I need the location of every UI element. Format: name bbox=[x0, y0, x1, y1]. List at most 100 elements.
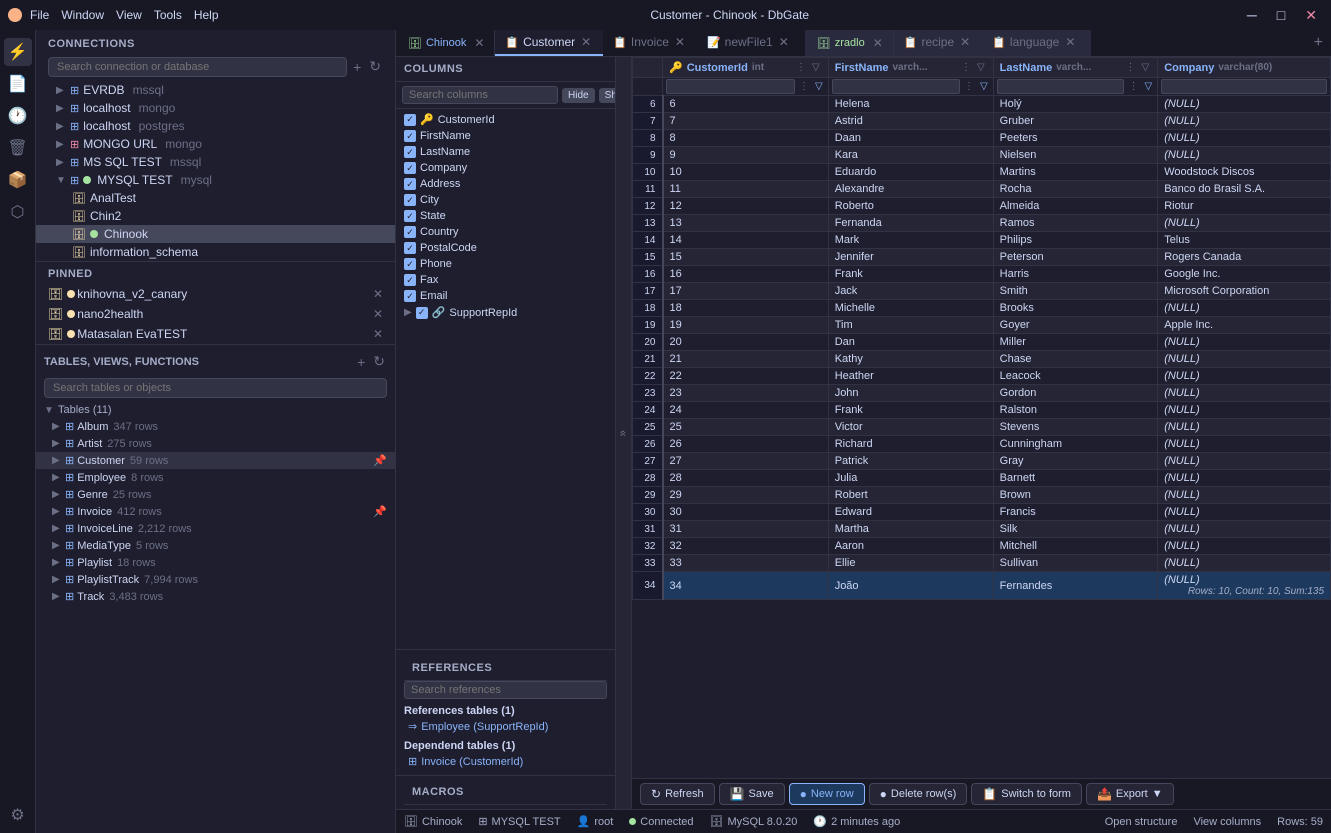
references-search-input[interactable] bbox=[404, 681, 607, 699]
iconbar-layers[interactable]: ⬡ bbox=[4, 198, 32, 226]
pinned-close-2[interactable]: ✕ bbox=[373, 307, 383, 321]
cell-lastname[interactable]: Brooks bbox=[993, 300, 1158, 317]
cell-customerid[interactable]: 17 bbox=[663, 283, 829, 300]
cell-firstname[interactable]: Michelle bbox=[828, 300, 993, 317]
data-table-wrapper[interactable]: 🔑 CustomerId int ⋮ ▽ bbox=[632, 57, 1331, 778]
table-row[interactable]: 26 26 Richard Cunningham (NULL) bbox=[633, 436, 1331, 453]
tab-close-customer[interactable]: ✕ bbox=[579, 35, 593, 49]
col-check[interactable]: ✓ bbox=[404, 226, 416, 238]
table-row[interactable]: 12 12 Roberto Almeida Riotur bbox=[633, 198, 1331, 215]
iconbar-trash[interactable]: 🗑 bbox=[4, 134, 32, 162]
cell-company[interactable]: Woodstock Discos bbox=[1158, 164, 1331, 181]
filter-input-company[interactable] bbox=[1161, 79, 1327, 94]
table-playlist[interactable]: ▶ ⊞ Playlist 18 rows bbox=[36, 554, 395, 571]
iconbar-files[interactable]: 📄 bbox=[4, 70, 32, 98]
cell-company[interactable]: (NULL) bbox=[1158, 351, 1331, 368]
cell-firstname[interactable]: Frank bbox=[828, 266, 993, 283]
col-fax[interactable]: ✓ Fax bbox=[396, 272, 615, 288]
table-row[interactable]: 17 17 Jack Smith Microsoft Corporation bbox=[633, 283, 1331, 300]
table-customer[interactable]: ▶ ⊞ Customer 59 rows 📌 bbox=[36, 452, 395, 469]
cell-company[interactable]: (NULL) bbox=[1158, 436, 1331, 453]
cell-customerid[interactable]: 30 bbox=[663, 504, 829, 521]
col-city[interactable]: ✓ City bbox=[396, 192, 615, 208]
menu-view[interactable]: View bbox=[116, 8, 142, 22]
cell-customerid[interactable]: 23 bbox=[663, 385, 829, 402]
table-row[interactable]: 31 31 Martha Silk (NULL) bbox=[633, 521, 1331, 538]
cell-customerid[interactable]: 6 bbox=[663, 96, 829, 113]
tab-language[interactable]: 📋 language ✕ bbox=[982, 30, 1087, 56]
cell-customerid[interactable]: 11 bbox=[663, 181, 829, 198]
iconbar-connections[interactable]: ⚡ bbox=[4, 38, 32, 66]
cell-company[interactable]: (NULL) bbox=[1158, 453, 1331, 470]
cell-lastname[interactable]: Gruber bbox=[993, 113, 1158, 130]
cell-customerid[interactable]: 31 bbox=[663, 521, 829, 538]
maximize-button[interactable]: □ bbox=[1271, 5, 1291, 25]
conn-mssql-test[interactable]: ▶ ⊞ MS SQL TEST mssql bbox=[36, 153, 395, 171]
col-supportrepid[interactable]: ▶ ✓ 🔗 SupportRepId bbox=[396, 304, 615, 321]
tab-newfile1[interactable]: 📝 newFile1 ✕ bbox=[697, 30, 801, 56]
cell-firstname[interactable]: Kathy bbox=[828, 351, 993, 368]
col-address[interactable]: ✓ Address bbox=[396, 176, 615, 192]
table-row[interactable]: 6 6 Helena Holý (NULL) bbox=[633, 96, 1331, 113]
cell-firstname[interactable]: Richard bbox=[828, 436, 993, 453]
db-analtest[interactable]: 🗄 AnalTest bbox=[36, 189, 395, 207]
new-row-button[interactable]: ● New row bbox=[789, 783, 865, 805]
table-row[interactable]: 33 33 Ellie Sullivan (NULL) bbox=[633, 555, 1331, 572]
cell-company[interactable]: (NULL) bbox=[1158, 504, 1331, 521]
tab-close-language[interactable]: ✕ bbox=[1063, 35, 1077, 49]
table-row[interactable]: 22 22 Heather Leacock (NULL) bbox=[633, 368, 1331, 385]
table-row[interactable]: 27 27 Patrick Gray (NULL) bbox=[633, 453, 1331, 470]
cell-company[interactable]: Apple Inc. bbox=[1158, 317, 1331, 334]
cell-company[interactable]: (NULL) bbox=[1158, 334, 1331, 351]
table-row[interactable]: 15 15 Jennifer Peterson Rogers Canada bbox=[633, 249, 1331, 266]
col-check[interactable]: ✓ bbox=[404, 210, 416, 222]
cell-company[interactable]: Rogers Canada bbox=[1158, 249, 1331, 266]
table-row[interactable]: 19 19 Tim Goyer Apple Inc. bbox=[633, 317, 1331, 334]
cell-company[interactable]: (NULL) bbox=[1158, 147, 1331, 164]
conn-evrdb[interactable]: ▶ ⊞ EVRDB mssql bbox=[36, 81, 395, 99]
col-check[interactable]: ✓ bbox=[404, 274, 416, 286]
cell-firstname[interactable]: Ellie bbox=[828, 555, 993, 572]
col-customerid[interactable]: ✓ 🔑 CustomerId bbox=[396, 111, 615, 128]
table-invoiceline[interactable]: ▶ ⊞ InvoiceLine 2,212 rows bbox=[36, 520, 395, 537]
cell-firstname[interactable]: John bbox=[828, 385, 993, 402]
db-chin2[interactable]: 🗄 Chin2 bbox=[36, 207, 395, 225]
col-check[interactable]: ✓ bbox=[404, 146, 416, 158]
cell-company[interactable]: (NULL) bbox=[1158, 113, 1331, 130]
hide-button[interactable]: Hide bbox=[562, 88, 595, 103]
cell-firstname[interactable]: Jennifer bbox=[828, 249, 993, 266]
cell-company[interactable]: Telus bbox=[1158, 232, 1331, 249]
table-row[interactable]: 28 28 Julia Barnett (NULL) bbox=[633, 470, 1331, 487]
cell-customerid[interactable]: 26 bbox=[663, 436, 829, 453]
cell-company[interactable]: (NULL) bbox=[1158, 215, 1331, 232]
cell-lastname[interactable]: Nielsen bbox=[993, 147, 1158, 164]
col-country[interactable]: ✓ Country bbox=[396, 224, 615, 240]
ref-employee-link[interactable]: ⇒ Employee (SupportRepId) bbox=[404, 719, 607, 734]
conn-mongo-url[interactable]: ▶ ⊞ MONGO URL mongo bbox=[36, 135, 395, 153]
cell-customerid[interactable]: 28 bbox=[663, 470, 829, 487]
status-open-structure[interactable]: Open structure bbox=[1105, 816, 1178, 828]
cell-firstname[interactable]: Robert bbox=[828, 487, 993, 504]
cell-lastname[interactable]: Gordon bbox=[993, 385, 1158, 402]
table-employee[interactable]: ▶ ⊞ Employee 8 rows bbox=[36, 469, 395, 486]
col-company[interactable]: ✓ Company bbox=[396, 160, 615, 176]
cell-firstname[interactable]: Aaron bbox=[828, 538, 993, 555]
table-row[interactable]: 9 9 Kara Nielsen (NULL) bbox=[633, 147, 1331, 164]
zradlo-group-tab[interactable]: 🗄 zradlo ✕ bbox=[809, 30, 894, 56]
cell-customerid[interactable]: 27 bbox=[663, 453, 829, 470]
tables-search-input[interactable] bbox=[44, 378, 387, 398]
filter-toggle-lastname[interactable]: ▽ bbox=[1142, 81, 1154, 92]
col-filter-btn[interactable]: ▽ bbox=[810, 62, 822, 73]
table-row[interactable]: 18 18 Michelle Brooks (NULL) bbox=[633, 300, 1331, 317]
cell-firstname[interactable]: Frank bbox=[828, 402, 993, 419]
connections-search-input[interactable] bbox=[48, 57, 347, 77]
menu-help[interactable]: Help bbox=[194, 8, 219, 22]
filter-input-firstname[interactable] bbox=[832, 79, 960, 94]
cell-lastname[interactable]: Miller bbox=[993, 334, 1158, 351]
col-check[interactable]: ✓ bbox=[404, 242, 416, 254]
col-sort-btn[interactable]: ⋮ bbox=[794, 62, 808, 73]
cell-firstname[interactable]: Helena bbox=[828, 96, 993, 113]
cell-lastname[interactable]: Leacock bbox=[993, 368, 1158, 385]
db-infschema[interactable]: 🗄 information_schema bbox=[36, 243, 395, 261]
cell-lastname[interactable]: Holý bbox=[993, 96, 1158, 113]
